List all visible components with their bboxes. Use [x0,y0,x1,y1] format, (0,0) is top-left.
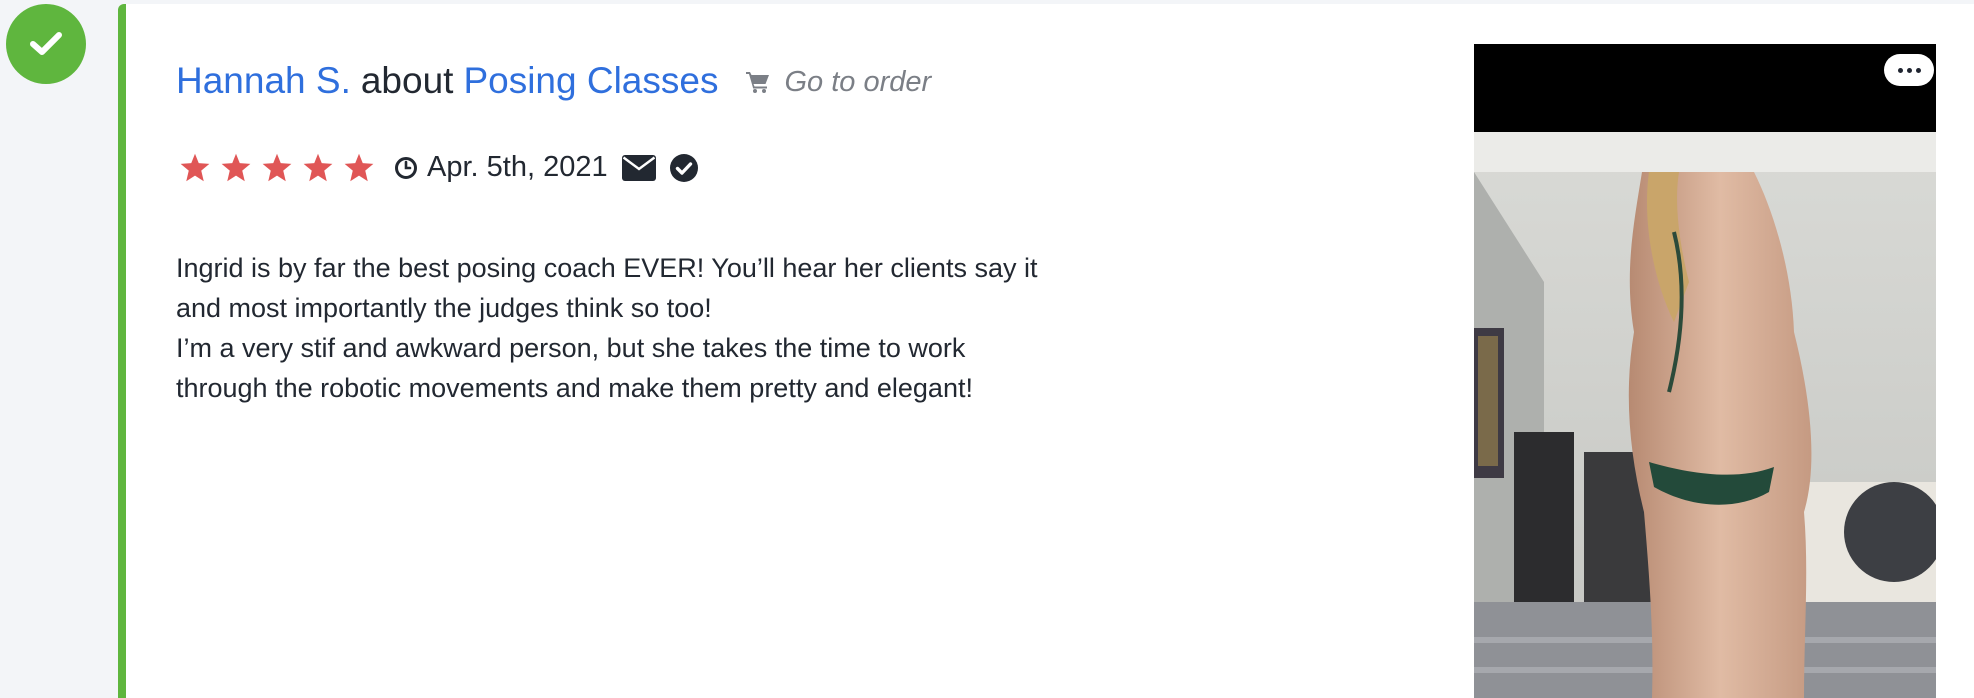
approved-status-badge [6,4,86,84]
review-line: through the robotic movements and make t… [176,373,973,403]
review-header: Hannah S. about Posing Classes Go to ord… [176,60,931,102]
envelope-icon [621,154,656,181]
review-line: Ingrid is by far the best posing coach E… [176,253,1038,283]
author-link[interactable]: Hannah S. [176,60,351,102]
about-label: about [360,60,454,101]
more-options-button[interactable] [1884,54,1934,86]
go-to-order-link[interactable]: Go to order [746,66,931,99]
go-to-order-label: Go to order [784,65,932,98]
star-icon [262,153,292,182]
star-icon [303,153,333,182]
check-icon [30,32,62,55]
more-dots-icon [1897,67,1903,73]
review-date: Apr. 5th, 2021 [394,151,608,184]
clock-icon [395,156,417,179]
contact-button[interactable] [621,154,656,181]
review-line: I’m a very stif and awkward person, but … [176,333,966,363]
verified-badge [669,153,698,182]
star-icon [180,153,210,182]
product-link[interactable]: Posing Classes [463,60,718,102]
star-rating [180,153,374,182]
review-photo[interactable] [1474,44,1936,698]
photo-image [1474,132,1936,698]
star-icon [221,153,251,182]
check-circle-icon [669,153,698,182]
review-date-text: Apr. 5th, 2021 [427,151,608,183]
review-meta: Apr. 5th, 2021 [180,151,698,184]
cart-icon [746,72,770,93]
review-card: Hannah S. about Posing Classes Go to ord… [118,4,1974,698]
star-icon [344,153,374,182]
review-line: and most importantly the judges think so… [176,293,712,323]
review-body: Ingrid is by far the best posing coach E… [176,248,1176,408]
